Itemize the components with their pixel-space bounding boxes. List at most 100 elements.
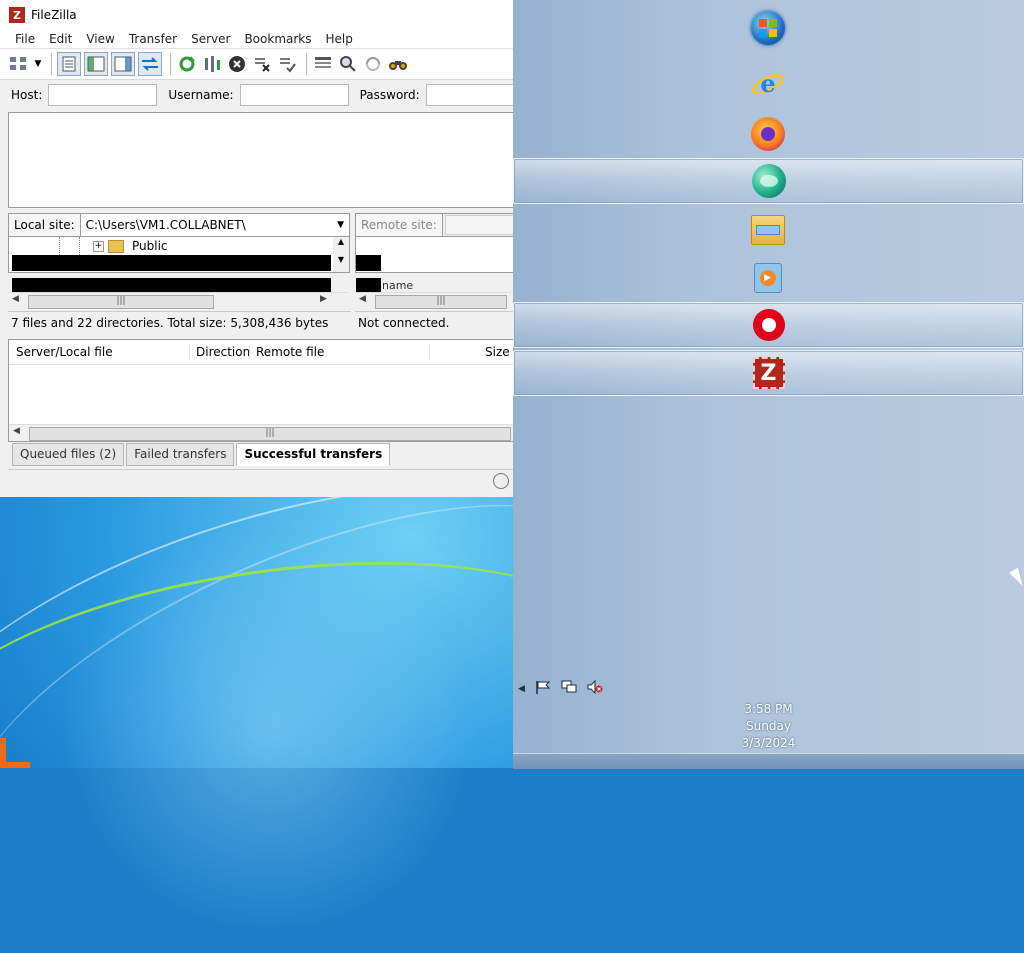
scroll-left-icon[interactable]: ◀ [13, 426, 20, 436]
tab-failed-transfers[interactable]: Failed transfers [126, 443, 235, 466]
dock-filezilla[interactable]: Z [513, 350, 1024, 396]
chevron-down-icon[interactable]: ▼ [332, 220, 349, 230]
column-direction[interactable]: Direction [189, 345, 250, 359]
local-tree-toggle-icon[interactable] [84, 52, 108, 76]
menu-bookmarks[interactable]: Bookmarks [244, 32, 311, 46]
synchronized-browsing-icon[interactable] [362, 53, 384, 75]
redacted-bar [12, 278, 331, 292]
transfer-queue[interactable]: Server/Local file Direction Remote file … [8, 339, 513, 442]
scroll-thumb[interactable]: ||| [28, 295, 214, 309]
dock-media-player[interactable]: ▶ [513, 256, 1022, 300]
local-horizontal-scrollbar[interactable]: ◀ ||| ▶ [8, 292, 348, 309]
remote-horizontal-scrollbar[interactable]: ◀ ||| [355, 292, 513, 309]
remote-tree-toggle-icon[interactable] [111, 52, 135, 76]
compare-directories-icon[interactable] [337, 53, 359, 75]
filezilla-window: Z FileZilla File Edit View Transfer Serv… [0, 0, 514, 497]
clock-date[interactable]: 3/3/2024 [513, 736, 1024, 750]
redacted-bar [356, 278, 381, 292]
site-manager-icon[interactable] [8, 53, 30, 75]
media-player-icon: ▶ [753, 263, 782, 293]
remote-site-path [444, 215, 513, 235]
filezilla-logo-icon: Z [9, 7, 25, 23]
menu-file[interactable]: File [15, 32, 35, 46]
process-queue-icon[interactable] [201, 53, 223, 75]
tab-queued-files[interactable]: Queued files (2) [12, 443, 125, 466]
host-input[interactable] [48, 84, 158, 106]
menu-server[interactable]: Server [191, 32, 230, 46]
message-log[interactable] [8, 112, 513, 208]
firefox-globe [760, 127, 775, 141]
search-remote-files-icon[interactable] [387, 53, 409, 75]
dock-red-record-app[interactable] [513, 302, 1024, 348]
remote-site-bar: Remote site: [355, 213, 513, 237]
expand-icon[interactable]: + [93, 240, 104, 252]
local-site-bar: Local site: C:\Users\VM1.COLLABNET\ ▼ [8, 213, 350, 237]
tab-successful-transfers[interactable]: Successful transfers [236, 443, 391, 466]
redacted-bar [356, 255, 381, 271]
scroll-right-icon[interactable]: ▶ [320, 294, 327, 304]
show-desktop-button[interactable] [513, 753, 1024, 769]
scroll-left-icon[interactable]: ◀ [12, 294, 19, 304]
status-bar [8, 469, 513, 492]
remote-column-header[interactable]: name [382, 279, 413, 292]
local-site-path[interactable]: C:\Users\VM1.COLLABNET\ [81, 218, 332, 232]
scroll-thumb[interactable]: ||| [29, 427, 511, 441]
firefox-icon [750, 117, 785, 151]
menu-help[interactable]: Help [326, 32, 353, 46]
local-status: 7 files and 22 directories. Total size: … [8, 311, 351, 334]
password-label: Password: [359, 88, 420, 102]
refresh-icon[interactable] [176, 53, 198, 75]
record-icon [752, 309, 785, 341]
username-input[interactable] [239, 84, 349, 106]
queue-horizontal-scrollbar[interactable]: ◀ ||| [9, 424, 513, 441]
filezilla-icon-letter: Z [760, 360, 777, 386]
site-manager-dropdown-icon[interactable]: ▼ [33, 53, 43, 75]
redacted-bar [12, 255, 331, 271]
dock-firefox[interactable] [513, 112, 1022, 156]
folder-icon [750, 215, 785, 245]
menu-view[interactable]: View [86, 32, 114, 46]
title-bar[interactable]: Z FileZilla [0, 0, 513, 30]
corner-marker [0, 762, 30, 768]
reconnect-icon[interactable] [276, 53, 298, 75]
ie-icon: e [751, 67, 785, 101]
tree-item-public[interactable]: + Public [93, 239, 168, 253]
column-server-local-file[interactable]: Server/Local file [16, 345, 113, 359]
show-hidden-icons-arrow[interactable]: ◀ [518, 684, 525, 694]
quickconnect-bar: Host: Username: Password: [0, 80, 513, 110]
dock-file-explorer[interactable] [513, 208, 1022, 252]
dock-internet-explorer[interactable]: e [513, 62, 1022, 106]
svg-text:e: e [760, 69, 775, 98]
menu-bar: File Edit View Transfer Server Bookmarks… [0, 30, 513, 49]
volume-muted-icon[interactable] [587, 679, 603, 698]
action-center-flag-icon[interactable] [535, 680, 551, 698]
column-size[interactable]: Size [429, 345, 510, 359]
message-log-toggle-icon[interactable] [57, 52, 81, 76]
windows-logo-icon [750, 11, 785, 45]
menu-edit[interactable]: Edit [49, 32, 72, 46]
tree-item-label: Public [132, 239, 168, 253]
dock-start-orb[interactable] [513, 6, 1022, 50]
disconnect-icon[interactable] [251, 53, 273, 75]
folder-icon [108, 239, 124, 253]
clock-time[interactable]: 3:58 PM [513, 702, 1024, 716]
menu-transfer[interactable]: Transfer [129, 32, 177, 46]
transfer-queue-toggle-icon[interactable] [138, 52, 162, 76]
queue-tabs: Queued files (2) Failed transfers Succes… [12, 443, 392, 466]
password-input[interactable] [425, 84, 513, 106]
directory-listing-filter-icon[interactable] [312, 53, 334, 75]
queue-header: Server/Local file Direction Remote file … [9, 340, 513, 365]
cancel-operation-icon[interactable] [226, 53, 248, 75]
dock-teal-app[interactable] [513, 158, 1024, 204]
scroll-left-icon[interactable]: ◀ [359, 294, 366, 304]
remote-site-label: Remote site: [356, 214, 443, 236]
clock-day[interactable]: Sunday [513, 719, 1024, 733]
toolbar-separator [51, 53, 52, 75]
scroll-thumb[interactable]: ||| [375, 295, 507, 309]
toolbar-separator [170, 53, 171, 75]
tree-vertical-scrollbar[interactable]: ▲ ▼ [333, 237, 349, 272]
network-icon[interactable] [561, 680, 577, 698]
column-remote-file[interactable]: Remote file [249, 345, 324, 359]
window-title: FileZilla [31, 8, 77, 22]
toolbar-separator [306, 53, 307, 75]
